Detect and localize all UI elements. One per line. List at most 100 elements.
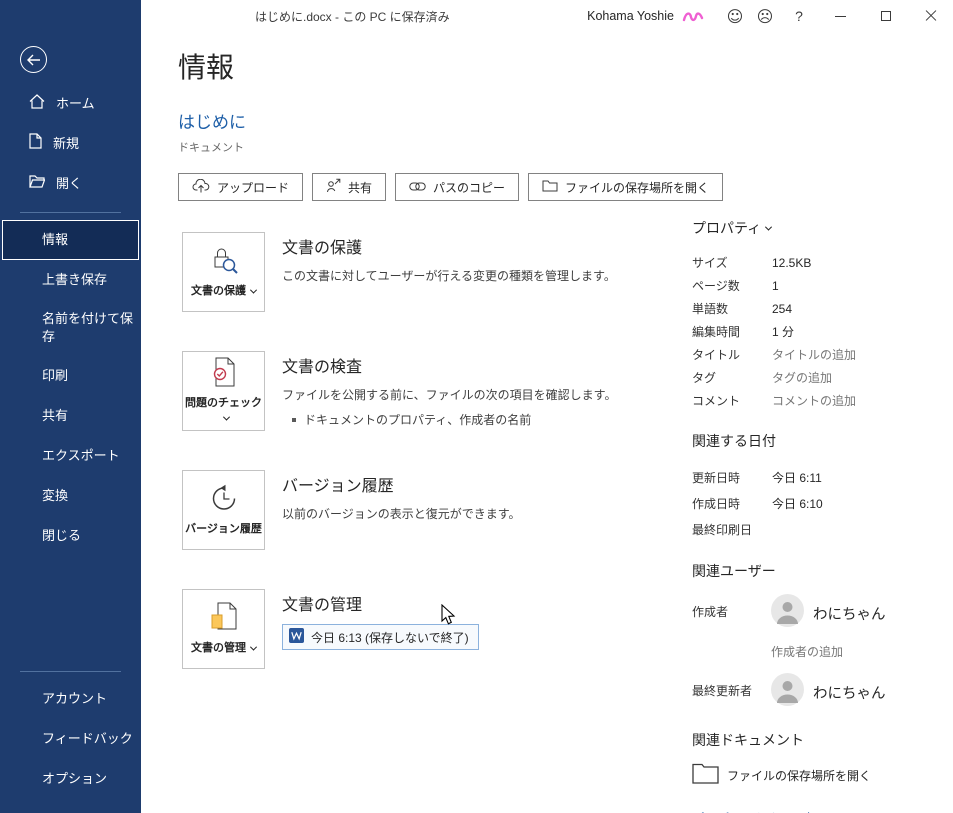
help-button[interactable]: ? [780,0,818,32]
sidebar-item-label: 閉じる [42,527,82,543]
section-title: バージョン履歴 [282,478,394,495]
upload-cloud-icon [192,178,210,196]
section-manage-document: 文書の管理 文書の管理 今日 6:13 (保存しないで終了) [182,589,662,669]
sidebar-item-share[interactable]: 共有 [0,396,141,436]
sidebar-item-transform[interactable]: 変換 [0,476,141,516]
sidebar-item-options[interactable]: オプション [0,759,141,799]
section-text: バージョン履歴 以前のバージョンの表示と復元ができます。 [282,470,521,550]
sidebar-item-account[interactable]: アカウント [0,679,141,719]
sidebar-item-label: 新規 [53,135,80,151]
sidebar-item-label: エクスポート [42,447,120,463]
section-text: 文書の保護 この文書に対してユーザーが行える変更の種類を管理します。 [282,232,616,312]
upload-button[interactable]: アップロード [178,173,304,201]
info-pane: 情報 はじめに ドキュメント アップロード 共有 パスのコピー ファイルの保存場… [141,32,953,813]
related-documents-header-label: 関連ドキュメント [692,732,804,748]
share-button[interactable]: 共有 [312,173,387,201]
sidebar-item-close[interactable]: 閉じる [0,516,141,556]
inspect-bullet-text: ドキュメントのプロパティ、作成者の名前 [304,413,532,427]
add-tag-field[interactable]: タグの追加 [772,369,832,386]
sidebar-item-label: アカウント [42,690,108,706]
titlebar: はじめに.docx - この PC に保存済み Kohama Yoshie ☺ … [141,0,953,32]
sidebar-item-feedback[interactable]: フィードバック [0,719,141,759]
protect-document-button-label: 文書の保護 [191,284,258,298]
related-people-header: 関連ユーザー [692,561,953,581]
word-icon [289,628,304,646]
section-title: 文書の保護 [282,240,363,257]
open-file-location-link-label: ファイルの保存場所を開く [727,768,872,783]
last-modified-by-person[interactable]: わにちゃん [771,673,886,711]
version-history-button[interactable]: バージョン履歴 [182,470,265,550]
sidebar-item-home[interactable]: ホーム [0,84,141,124]
document-actions-toolbar: アップロード 共有 パスのコピー ファイルの保存場所を開く [178,173,953,201]
copy-path-button[interactable]: パスのコピー [395,173,520,201]
minimize-button[interactable] [818,0,863,32]
sidebar-item-open[interactable]: 開く [0,164,141,204]
section-title: 文書の検査 [282,359,363,376]
add-title-field[interactable]: タイトルの追加 [772,346,856,363]
sidebar-divider [20,212,121,213]
sidebar-item-info[interactable]: 情報 [2,220,139,260]
last-modified-by-row: 最終更新者 わにちゃん [692,673,953,711]
related-documents-header: 関連ドキュメント [692,730,953,750]
version-history-button-label: バージョン履歴 [185,522,262,535]
sidebar-item-label: 名前を付けて保存 [42,310,134,344]
folder-icon [542,179,558,195]
open-file-location-button[interactable]: ファイルの保存場所を開く [528,173,724,201]
open-file-location-label: ファイルの保存場所を開く [565,180,710,195]
property-row-tags: タグ タグの追加 [692,369,833,386]
sidebar-item-export[interactable]: エクスポート [0,436,141,476]
inspect-bullet-item: ドキュメントのプロパティ、作成者の名前 [292,411,616,428]
titlebar-right-group: Kohama Yoshie ☺ ☹ ? [587,0,953,32]
avatar [771,594,804,632]
last-modified-by-name: わにちゃん [813,685,886,702]
upload-button-label: アップロード [217,180,290,195]
chevron-down-icon [765,223,773,231]
open-file-location-link[interactable]: ファイルの保存場所を開く [692,763,953,787]
sidebar-item-new[interactable]: 新規 [0,124,141,164]
section-description: 以前のバージョンの表示と復元ができます。 [282,507,521,521]
section-title: 文書の管理 [282,597,363,614]
property-row-pages: ページ数 1 [692,278,779,294]
add-author-field[interactable]: 作成者の追加 [771,643,953,660]
chevron-down-icon [222,413,230,421]
related-dates-header-label: 関連する日付 [692,433,776,449]
properties-header[interactable]: プロパティ [692,218,953,238]
minimize-icon [835,15,846,17]
maximize-button[interactable] [863,0,908,32]
share-icon [326,178,341,196]
feedback-frown-icon[interactable]: ☹ [750,0,780,32]
property-row-words: 単語数 254 [692,301,793,317]
link-icon [409,180,426,194]
manage-document-button[interactable]: 文書の管理 [182,589,265,669]
sidebar-item-print[interactable]: 印刷 [0,356,141,396]
back-button[interactable] [20,46,47,73]
author-person[interactable]: わにちゃん [771,594,886,632]
section-description: この文書に対してユーザーが行える変更の種類を管理します。 [282,269,616,283]
close-button[interactable] [908,0,953,32]
check-for-issues-button[interactable]: 問題のチェック [182,351,265,431]
date-row-modified: 更新日時 今日 6:11 [692,470,822,485]
close-icon [925,10,937,22]
share-button-label: 共有 [348,180,373,195]
date-row-last-printed: 最終印刷日 [692,522,753,537]
feedback-smile-icon[interactable]: ☺ [720,0,750,32]
sidebar-item-save[interactable]: 上書き保存 [0,260,141,300]
section-version-history: バージョン履歴 バージョン履歴 以前のバージョンの表示と復元ができます。 [182,470,662,550]
unsaved-version-label: 今日 6:13 (保存しないで終了) [311,630,469,645]
section-text: 文書の管理 今日 6:13 (保存しないで終了) [282,589,479,669]
related-people-header-label: 関連ユーザー [692,563,776,579]
property-row-edit-time: 編集時間 1 分 [692,325,795,339]
account-user-name[interactable]: Kohama Yoshie [587,9,674,23]
section-text: 文書の検査 ファイルを公開する前に、ファイルの次の項目を確認します。 ドキュメン… [282,351,616,431]
document-name: はじめに [178,113,246,132]
protect-document-button[interactable]: 文書の保護 [182,232,265,312]
document-type-label: ドキュメント [178,142,244,154]
info-sections: 文書の保護 文書の保護 この文書に対してユーザーが行える変更の種類を管理します。… [182,232,662,669]
account-avatar-scribble-icon[interactable] [682,10,704,23]
show-all-properties-link[interactable]: プロパティをすべて表示 [692,808,827,813]
properties-panel: プロパティ サイズ 12.5KB ページ数 1 単語数 254 編集時間 1 分… [692,218,953,813]
unsaved-version-entry[interactable]: 今日 6:13 (保存しないで終了) [282,624,479,650]
add-comment-field[interactable]: コメントの追加 [772,392,856,409]
sidebar-item-save-as[interactable]: 名前を付けて保存 [0,300,141,356]
sidebar-item-label: フィードバック [42,730,133,746]
